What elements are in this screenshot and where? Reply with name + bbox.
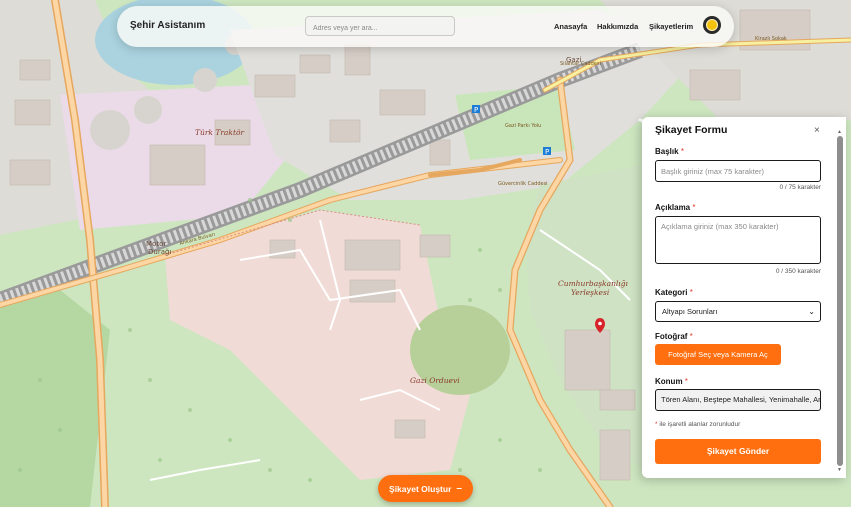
map-label-cumhurbaskanligi: Cumhurbaşkanlığı [558, 279, 628, 288]
photo-select-button[interactable]: Fotoğraf Seç veya Kamera Aç [655, 344, 781, 365]
complaint-form-panel: Şikayet Formu × Başlık * 0 / 75 karakter… [642, 117, 846, 478]
chevron-down-icon: ⌄ [808, 307, 815, 316]
form-title: Şikayet Formu [655, 124, 728, 136]
map-label-kirazli: Kirazlı Sokak [755, 36, 787, 42]
submit-complaint-button[interactable]: Şikayet Gönder [655, 439, 821, 464]
close-icon[interactable]: × [814, 125, 820, 136]
category-selected-value: Altyapı Sorunları [662, 307, 718, 316]
title-input[interactable] [655, 160, 821, 182]
nav-link-complaints[interactable]: Şikayetlerim [649, 22, 693, 31]
map-label-motor-1: Motor [146, 240, 166, 248]
description-textarea[interactable] [655, 216, 821, 264]
location-field[interactable]: Tören Alanı, Beştepe Mahallesi, Yenimaha… [655, 389, 821, 411]
map-label-gazi-orduevi: Gazi Orduevi [410, 376, 460, 385]
map-tank-3 [193, 68, 217, 92]
map-label-turk-traktor: Türk Traktör [195, 128, 244, 137]
nav-link-home[interactable]: Anasayfa [554, 22, 587, 31]
svg-text:P: P [545, 148, 549, 156]
nav-link-about[interactable]: Hakkımızda [597, 22, 638, 31]
title-counter: 0 / 75 karakter [779, 184, 821, 191]
location-label: Konum * [655, 377, 688, 386]
photo-label: Fotoğraf * [655, 332, 693, 341]
title-label: Başlık * [655, 147, 684, 156]
sun-icon [706, 19, 718, 31]
minus-icon: – [456, 483, 462, 494]
required-note: * ile işaretli alanlar zorunludur [655, 421, 741, 428]
search-box [305, 16, 455, 38]
map-tank-2 [134, 96, 162, 124]
category-label: Kategori * [655, 288, 693, 297]
description-label: Açıklama * [655, 203, 696, 212]
create-complaint-label: Şikayet Oluştur [389, 483, 452, 494]
create-complaint-button[interactable]: Şikayet Oluştur – [378, 475, 473, 502]
map-label-motor-2: Durağı [148, 248, 171, 256]
scrollbar-thumb[interactable] [837, 136, 843, 466]
map-label-gazi-parki: Gazi Parkı Yolu [505, 123, 541, 129]
category-select[interactable]: Altyapı Sorunları ⌄ [655, 301, 821, 322]
svg-text:P: P [474, 106, 478, 114]
map-label-yerleskesi: Yerleşkesi [571, 288, 610, 297]
scroll-up-icon[interactable]: ▲ [837, 129, 842, 135]
brand-title[interactable]: Şehir Asistanım [130, 20, 205, 31]
scroll-down-icon[interactable]: ▼ [837, 467, 842, 473]
theme-toggle-button[interactable] [703, 16, 721, 34]
map-tank-1 [90, 110, 130, 150]
description-counter: 0 / 350 karakter [775, 268, 821, 275]
map-label-guvercinlik: Güvercinlik Caddesi [498, 181, 548, 187]
map-label-silahtar: Silahtar Caddesi [560, 61, 601, 67]
search-input[interactable] [306, 19, 454, 38]
top-navbar: Şehir Asistanım Anasayfa Hakkımızda Şika… [117, 6, 734, 47]
